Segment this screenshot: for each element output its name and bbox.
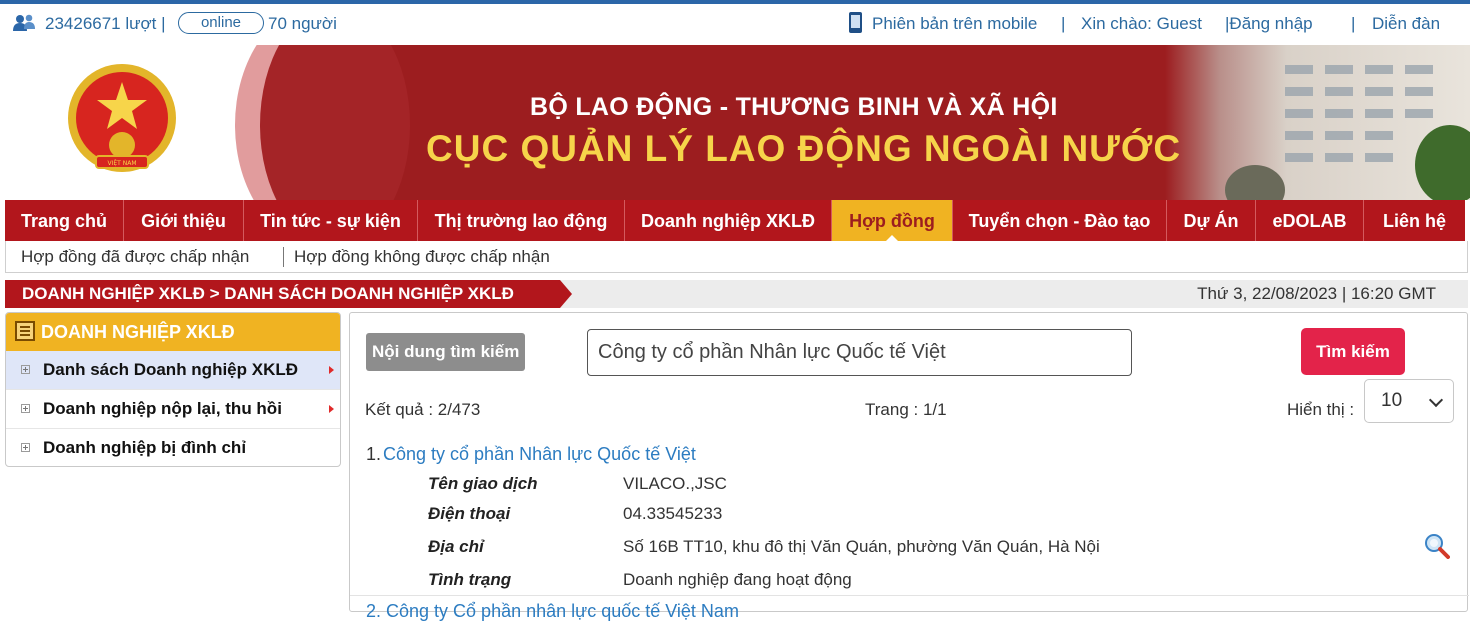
nav-item-edolab[interactable]: eDOLAB [1256,200,1364,241]
breadcrumb[interactable]: DOANH NGHIỆP XKLĐ > DANH SÁCH DOANH NGHI… [5,280,572,308]
banner-background [335,45,1235,200]
separator: | [1061,14,1066,33]
mobile-version-link[interactable]: Phiên bản trên mobile [872,14,1037,34]
greeting-text: Xin chào: Guest [1081,14,1202,33]
ministry-title: BỘ LAO ĐỘNG - THƯƠNG BINH VÀ XÃ HỘI [530,93,1058,121]
page-size-select[interactable]: 10 [1364,379,1454,423]
nav-item-recruitment[interactable]: Tuyển chọn - Đào tạo [953,200,1167,241]
result-number: 1. [366,444,382,464]
header-banner [5,45,1470,200]
page-size-label: Hiển thị : [1287,400,1355,419]
result-title-link[interactable]: 2. Công ty Cổ phần nhân lực quốc tế Việt… [366,601,739,622]
sidebar-item-revoked-enterprises[interactable]: Doanh nghiệp nộp lại, thu hồi [6,390,340,429]
field-value-trade-name: VILACO.,JSC [623,474,727,493]
search-results-panel: Nội dung tìm kiếm Tìm kiếm Kết quả : 2/4… [349,312,1469,621]
field-label: Tên giao dịch [428,474,538,493]
login-link[interactable]: |Đăng nhập [1225,14,1313,34]
users-icon [13,14,35,31]
visit-counter: 23426671 lượt | [45,14,166,33]
page-size-value: 10 [1381,390,1403,411]
sidebar-item-label: Doanh nghiệp nộp lại, thu hồi [43,399,282,418]
chevron-down-icon [1428,392,1444,408]
chevron-right-icon [329,405,334,413]
search-button[interactable]: Tìm kiếm [1301,328,1405,375]
expand-icon [21,365,30,374]
magnifier-icon[interactable] [1424,533,1450,559]
nav-item-contracts[interactable]: Hợp đồng [832,200,953,242]
current-datetime: Thứ 3, 22/08/2023 | 16:20 GMT [1197,284,1436,303]
row-divider [350,595,1469,596]
sidebar-item-suspended-enterprises[interactable]: Doanh nghiệp bị đình chỉ [6,429,340,466]
banner-curve [260,45,410,200]
field-value-status: Doanh nghiệp đang hoạt động [623,570,852,589]
sidebar-title: DOANH NGHIỆP XKLĐ [41,322,235,342]
nav-item-contact[interactable]: Liên hệ [1364,200,1465,241]
national-emblem-icon: VIỆT NAM [68,64,176,172]
nav-item-enterprises[interactable]: Doanh nghiệp XKLĐ [625,200,832,241]
field-value-phone: 04.33545233 [623,504,723,523]
sub-navigation: Hợp đồng đã được chấp nhận Hợp đồng khôn… [5,241,1468,273]
sidebar-item-label: Danh sách Doanh nghiệp XKLĐ [43,360,299,379]
separator: | [1351,14,1356,33]
nav-item-home[interactable]: Trang chủ [5,200,124,241]
field-label: Điện thoại [428,504,511,523]
main-navigation: Trang chủ Giới thiệu Tin tức - sự kiện T… [5,200,1465,242]
emblem-text: VIỆT NAM [107,159,136,167]
result-title-link[interactable]: Công ty cổ phần Nhân lực Quốc tế Việt [383,444,696,465]
top-bar: 23426671 lượt | online 70 người Phiên bả… [0,4,1470,44]
search-input[interactable] [587,329,1132,376]
agency-title: CỤC QUẢN LÝ LAO ĐỘNG NGOÀI NƯỚC [426,128,1182,169]
chevron-right-icon [329,366,334,374]
subnav-item-rejected-contracts[interactable]: Hợp đồng không được chấp nhận [294,247,550,267]
nav-item-news[interactable]: Tin tức - sự kiện [244,200,418,241]
mobile-phone-icon [849,12,862,33]
field-value-address: Số 16B TT10, khu đô thị Văn Quán, phường… [623,537,1100,556]
expand-icon [21,404,30,413]
expand-icon [21,443,30,452]
building-photo [1165,45,1470,200]
list-icon [15,321,35,341]
sidebar: DOANH NGHIỆP XKLĐ Danh sách Doanh nghiệp… [5,312,341,467]
online-badge: online [178,12,264,34]
result-count: Kết quả : 2/473 [365,400,481,419]
subnav-item-accepted-contracts[interactable]: Hợp đồng đã được chấp nhận [21,247,249,267]
nav-item-projects[interactable]: Dự Án [1167,200,1256,241]
field-label: Tình trạng [428,570,512,589]
breadcrumb-bar: DOANH NGHIỆP XKLĐ > DANH SÁCH DOANH NGHI… [5,280,1468,308]
search-label: Nội dung tìm kiếm [366,333,526,371]
field-label: Địa chỉ [428,537,484,556]
online-count: 70 người [268,14,337,33]
page-indicator: Trang : 1/1 [865,400,947,419]
sidebar-item-enterprise-list[interactable]: Danh sách Doanh nghiệp XKLĐ [6,351,340,390]
sidebar-header: DOANH NGHIỆP XKLĐ [6,313,340,351]
nav-item-about[interactable]: Giới thiệu [124,200,244,241]
nav-item-labor-market[interactable]: Thị trường lao động [418,200,625,241]
sidebar-item-label: Doanh nghiệp bị đình chỉ [43,438,247,457]
forum-link[interactable]: Diễn đàn [1372,14,1440,34]
subnav-divider [283,247,284,267]
